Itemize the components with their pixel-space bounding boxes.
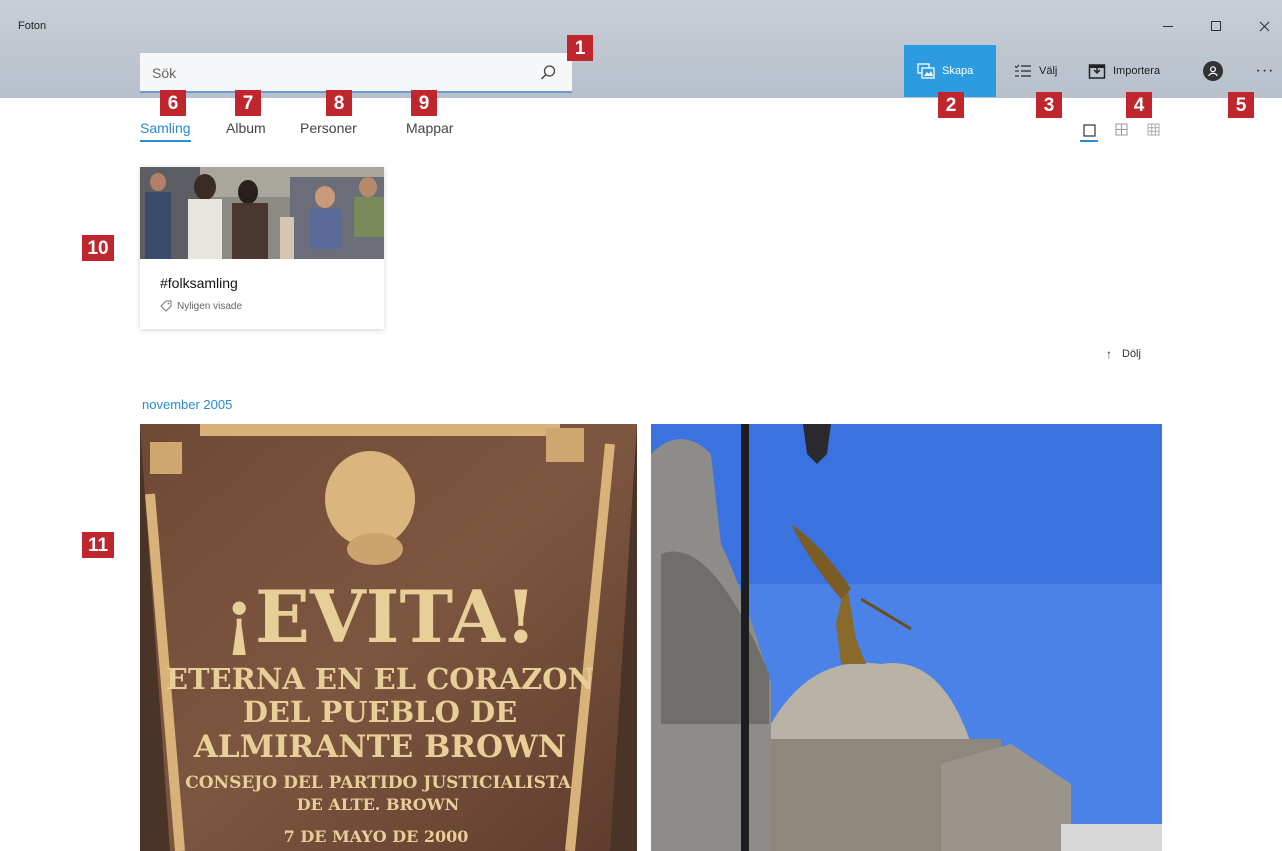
- close-button[interactable]: [1244, 14, 1282, 38]
- plaque-text-line: ALMIRANTE BROWN: [193, 729, 566, 765]
- minimize-button[interactable]: [1148, 14, 1188, 38]
- callout-badge-11: 11: [82, 532, 114, 558]
- view-small-button[interactable]: [1144, 120, 1162, 138]
- album-subtitle: Nyligen visade: [160, 300, 242, 312]
- album-name: #folksamling: [160, 275, 238, 291]
- import-button[interactable]: Importera: [1083, 45, 1183, 97]
- arrow-up-icon: ↑: [1106, 347, 1112, 361]
- select-list-icon: [1013, 61, 1033, 81]
- callout-badge-8: 8: [326, 90, 352, 116]
- create-button[interactable]: Skapa: [904, 45, 996, 97]
- album-subtitle-text: Nyligen visade: [177, 300, 243, 312]
- app-title: Foton: [18, 20, 47, 32]
- medium-view-icon: [1115, 123, 1127, 135]
- callout-badge-4: 4: [1126, 92, 1152, 118]
- plaque-text-line: ¡EVITA!: [223, 574, 536, 659]
- account-button[interactable]: [1198, 45, 1228, 97]
- maximize-icon: [1211, 21, 1221, 31]
- close-icon: [1259, 21, 1269, 31]
- create-icon: [916, 61, 936, 81]
- photo-cemetery-domes[interactable]: [651, 424, 1162, 851]
- tab-collection[interactable]: Samling: [140, 120, 191, 142]
- callout-badge-1: 1: [567, 35, 593, 61]
- callout-badge-7: 7: [235, 90, 261, 116]
- tab-albums[interactable]: Album: [226, 120, 266, 140]
- album-thumbnail: [140, 167, 384, 259]
- album-card[interactable]: #folksamling Nyligen visade: [140, 167, 384, 329]
- select-button[interactable]: Välj: [1007, 45, 1075, 97]
- more-icon: ···: [1255, 62, 1275, 79]
- callout-badge-2: 2: [938, 92, 964, 118]
- large-view-icon: [1082, 123, 1096, 137]
- view-medium-button[interactable]: [1112, 120, 1130, 138]
- hide-button[interactable]: ↑ Dölj: [1100, 342, 1147, 366]
- select-label: Välj: [1039, 65, 1058, 77]
- callout-badge-5: 5: [1228, 92, 1254, 118]
- maximize-button[interactable]: [1196, 14, 1236, 38]
- plaque-text-line: 7 DE MAYO DE 2000: [284, 827, 469, 846]
- callout-badge-10: 10: [82, 235, 114, 261]
- photo-evita-plaque[interactable]: ¡EVITA! ETERNA EN EL CORAZON DEL PUEBLO …: [140, 424, 637, 851]
- tab-folders[interactable]: Mappar: [406, 120, 453, 140]
- plaque-text-line: DEL PUEBLO DE: [243, 695, 517, 729]
- plaque-text-line: CONSEJO DEL PARTIDO JUSTICIALISTA: [185, 773, 571, 793]
- create-label: Skapa: [942, 65, 974, 77]
- small-view-icon: [1147, 123, 1159, 135]
- app-header: Foton Skapa Välj Importera ···: [0, 0, 1282, 98]
- search-box[interactable]: [140, 53, 572, 93]
- more-options-button[interactable]: ···: [1250, 45, 1280, 97]
- date-header[interactable]: november 2005: [142, 397, 232, 412]
- account-icon: [1203, 61, 1223, 81]
- tag-icon: [160, 300, 172, 312]
- hide-label: Dölj: [1122, 348, 1141, 360]
- plaque-text-line: ETERNA EN EL CORAZON: [166, 662, 594, 696]
- import-label: Importera: [1113, 65, 1161, 77]
- tab-people[interactable]: Personer: [300, 120, 357, 140]
- plaque-text-line: DE ALTE. BROWN: [297, 795, 460, 814]
- minimize-icon: [1163, 25, 1173, 27]
- callout-badge-6: 6: [160, 90, 186, 116]
- callout-badge-9: 9: [411, 90, 437, 116]
- import-icon: [1087, 61, 1107, 81]
- view-large-button[interactable]: [1080, 120, 1098, 142]
- search-input[interactable]: [152, 61, 522, 85]
- search-icon[interactable]: [538, 63, 558, 83]
- callout-badge-3: 3: [1036, 92, 1062, 118]
